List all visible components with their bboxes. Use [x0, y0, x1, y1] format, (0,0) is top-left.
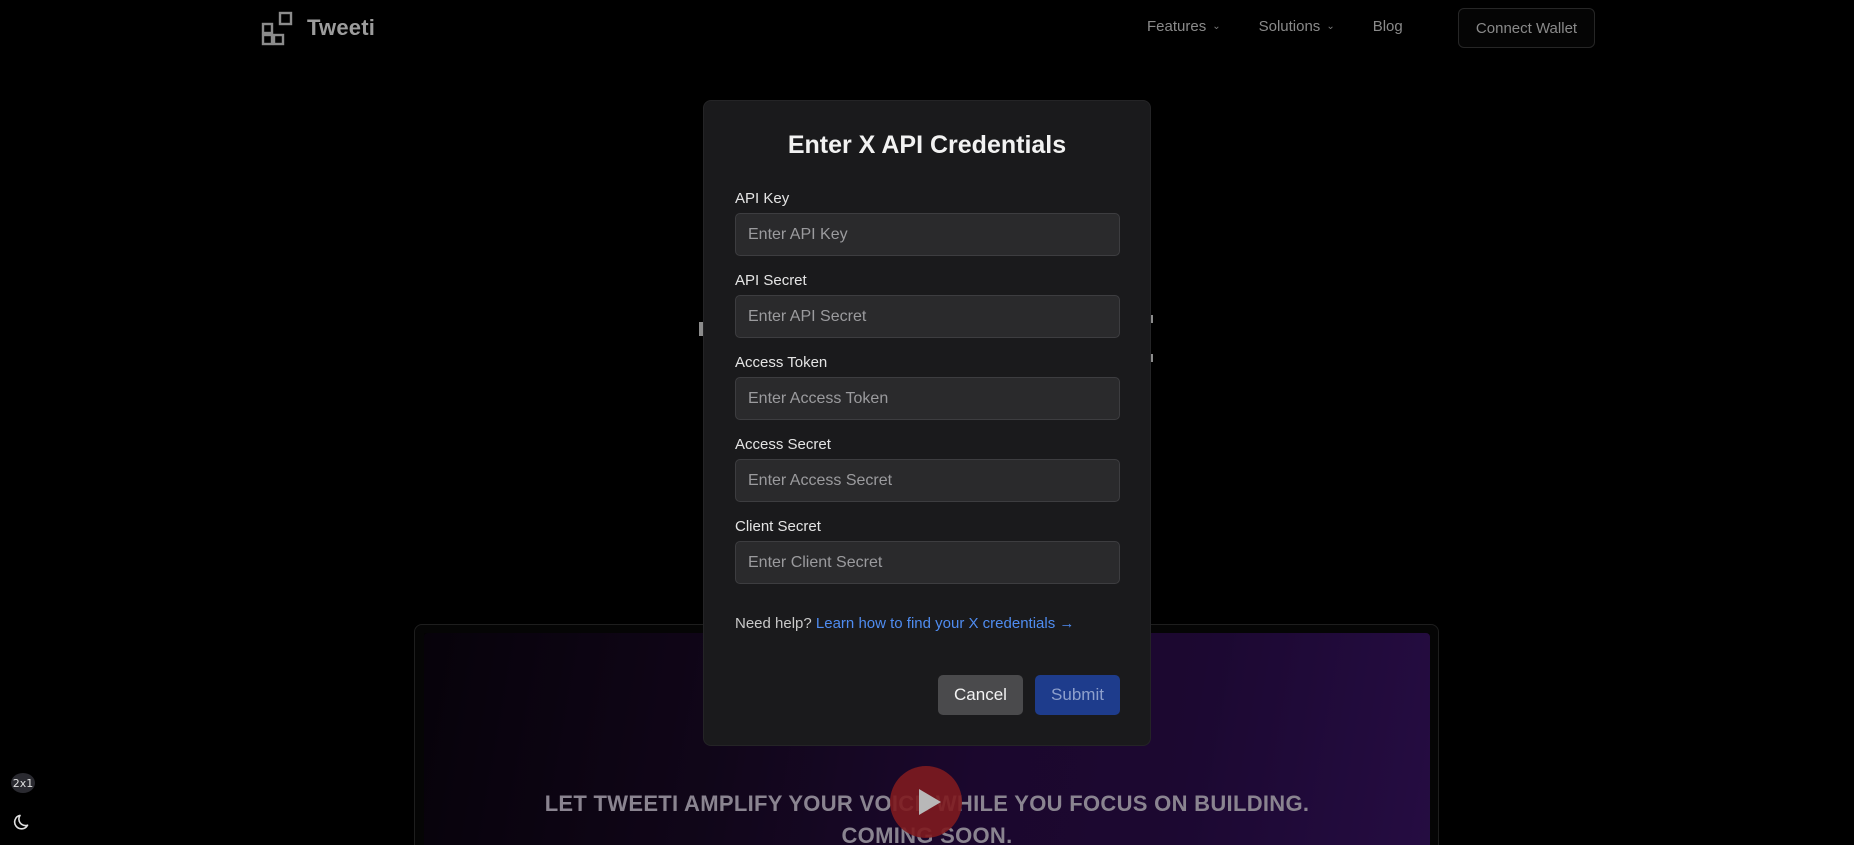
chevron-down-icon: ⌄	[1212, 21, 1221, 32]
access-token-label: Access Token	[735, 354, 828, 371]
api-key-label: API Key	[735, 190, 790, 207]
api-key-input[interactable]	[735, 213, 1120, 256]
api-secret-label: API Secret	[735, 272, 807, 289]
nav-links: Features ⌄ Solutions ⌄ Blog	[1147, 18, 1403, 35]
help-link[interactable]: Learn how to find your X credentials →	[816, 615, 1074, 632]
api-secret-input[interactable]	[735, 295, 1120, 338]
submit-button[interactable]: Submit	[1035, 675, 1120, 715]
moon-icon[interactable]	[13, 812, 33, 832]
help-text: Need help? Learn how to find your X cred…	[735, 615, 1074, 632]
client-secret-label: Client Secret	[735, 518, 821, 535]
nav-features[interactable]: Features ⌄	[1147, 18, 1221, 35]
page: Tweeti Features ⌄ Solutions ⌄ Blog Conne…	[0, 0, 1854, 845]
chevron-down-icon: ⌄	[1326, 21, 1335, 32]
nav-solutions[interactable]: Solutions ⌄	[1259, 18, 1335, 35]
nav-blog-label: Blog	[1372, 18, 1403, 35]
brand-logo[interactable]: Tweeti	[261, 10, 375, 46]
connect-wallet-button[interactable]: Connect Wallet	[1458, 8, 1595, 48]
client-secret-input[interactable]	[735, 541, 1120, 584]
credentials-modal: Enter X API Credentials API Key API Secr…	[703, 100, 1151, 746]
brand-name: Tweeti	[307, 15, 376, 40]
modal-title: Enter X API Credentials	[787, 131, 1067, 159]
play-icon	[919, 789, 941, 815]
access-token-input[interactable]	[735, 377, 1120, 420]
nav-blog[interactable]: Blog	[1373, 18, 1403, 35]
cancel-button[interactable]: Cancel	[938, 675, 1023, 715]
access-secret-input[interactable]	[735, 459, 1120, 502]
nav-features-label: Features	[1147, 18, 1207, 35]
top-navbar: Tweeti Features ⌄ Solutions ⌄ Blog Conne…	[0, 0, 1854, 58]
access-secret-label: Access Secret	[735, 436, 831, 453]
help-prefix: Need help?	[735, 615, 812, 632]
zoom-badge[interactable]: 2x1	[11, 773, 35, 793]
logo-icon	[261, 11, 293, 46]
nav-solutions-label: Solutions	[1258, 18, 1321, 35]
